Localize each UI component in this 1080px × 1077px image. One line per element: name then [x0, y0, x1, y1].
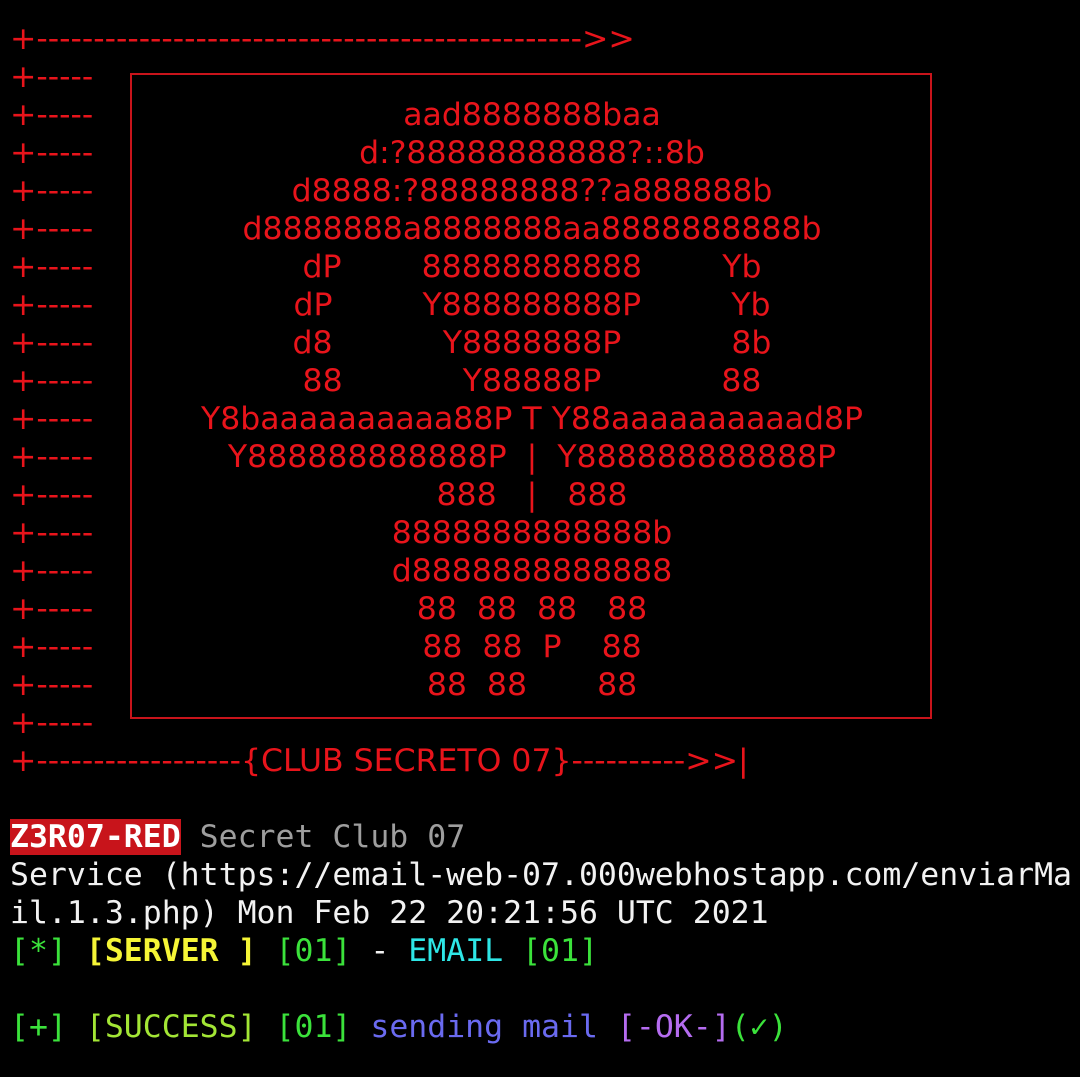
- row-prefix: +-----: [10, 135, 94, 171]
- row-prefix: +-----: [10, 173, 94, 209]
- ascii-art-text: dP 88888888888 Yb: [302, 249, 762, 285]
- check-icon: (✓): [730, 1009, 788, 1045]
- banner-top-arrow: +---------------------------------------…: [10, 21, 635, 57]
- row-prefix: +-----: [10, 287, 94, 323]
- row-prefix: +-----: [10, 363, 94, 399]
- ascii-art-text: aad8888888baa: [403, 97, 661, 133]
- terminal-output: +---------------------------------------…: [10, 20, 1080, 1046]
- row-prefix: +-----: [10, 515, 94, 551]
- ascii-art-row: +----- aad8888888baa: [10, 96, 1080, 134]
- ascii-art-text: d8888888a8888888aa8888888888b: [242, 211, 822, 247]
- row-prefix: +-----: [10, 591, 94, 627]
- row-prefix: +-----: [10, 477, 94, 513]
- email-count: [01]: [522, 933, 598, 969]
- ascii-art-text: Y8baaaaaaaaaa88P T Y88aaaaaaaaaad8P: [200, 401, 864, 437]
- ascii-art-row: +----- Y8baaaaaaaaaa88P T Y88aaaaaaaaaad8…: [10, 400, 1080, 438]
- ascii-art-row: +----- d8888888888888: [10, 552, 1080, 590]
- row-prefix: +-----: [10, 401, 94, 437]
- star-marker: [*]: [10, 933, 67, 969]
- service-line-2: il.1.3.php) Mon Feb 22 20:21:56 UTC 2021: [10, 895, 769, 931]
- row-prefix: +-----: [10, 667, 94, 703]
- server-label: [SERVER ]: [85, 933, 257, 969]
- banner-bottom-line: +------------------{CLUB SECRETO 07}----…: [10, 743, 749, 779]
- ascii-art-text: 88 88 88 88: [416, 591, 648, 627]
- ascii-art-row: +----- d8888888a8888888aa8888888888b: [10, 210, 1080, 248]
- row-prefix: +-----: [10, 705, 94, 741]
- ascii-art-text: 8888888888888b: [391, 515, 673, 551]
- row-prefix: +-----: [10, 629, 94, 665]
- row-prefix: +-----: [10, 211, 94, 247]
- ascii-art-row: +----- d:?88888888888?::8b: [10, 134, 1080, 172]
- success-count: [01]: [275, 1009, 352, 1045]
- server-status-line: [*] [SERVER ] [01] - EMAIL [01]: [10, 932, 1080, 970]
- ascii-art-text: [132, 58, 932, 96]
- ok-label: [-OK-]: [616, 1009, 731, 1045]
- row-prefix: +-----: [10, 553, 94, 589]
- ascii-art-row: +----- 88 88 88 88: [10, 590, 1080, 628]
- ascii-art-row: +----- 88 88 88: [10, 666, 1080, 704]
- row-prefix: +-----: [10, 325, 94, 361]
- service-line-1: Service (https://email-web-07.000webhost…: [10, 857, 1073, 893]
- ascii-art-text: d:?88888888888?::8b: [359, 135, 705, 171]
- ascii-art-text: dP Y888888888P Yb: [293, 287, 771, 323]
- ascii-art-row: +----- 8888888888888b: [10, 514, 1080, 552]
- ascii-art-block: +----- +----- aad8888888baa +----- d:?888888…: [10, 58, 1080, 742]
- ascii-art-text: [132, 704, 932, 742]
- row-prefix: +-----: [10, 97, 94, 133]
- separator-dash: -: [351, 933, 409, 969]
- plus-marker: [+]: [10, 1009, 67, 1045]
- ascii-art-text: d8 Y8888888P 8b: [292, 325, 772, 361]
- success-status-line: [+] [SUCCESS] [01] sending mail [-OK-](✓…: [10, 1008, 1080, 1046]
- sending-mail-text: sending mail: [370, 1009, 598, 1045]
- ascii-art-row: +-----: [10, 58, 1080, 96]
- ascii-art-row: +----- d8 Y8888888P 8b: [10, 324, 1080, 362]
- blank-line-2: [10, 970, 1080, 1008]
- ascii-art-text: 88 Y88888P 88: [302, 363, 762, 399]
- ascii-art-row: +----- dP 88888888888 Yb: [10, 248, 1080, 286]
- ascii-art-text: d8888:?88888888??a888888b: [291, 173, 773, 209]
- ascii-art-row: +----- 88 88 P 88: [10, 628, 1080, 666]
- success-label: [SUCCESS]: [85, 1009, 257, 1045]
- ascii-art-text: Y888888888888P | Y888888888888P: [227, 439, 837, 475]
- ascii-art-row: +----- Y888888888888P | Y888888888888P: [10, 438, 1080, 476]
- title-badge: Z3R07-RED: [10, 819, 181, 855]
- server-count: [01]: [275, 933, 352, 969]
- header-line: Z3R07-RED Secret Club 07: [10, 818, 1080, 856]
- row-prefix: +-----: [10, 249, 94, 285]
- ascii-art-row: +----- 88 Y88888P 88: [10, 362, 1080, 400]
- row-prefix: +-----: [10, 59, 94, 95]
- ascii-art-row: +----- d8888:?88888888??a888888b: [10, 172, 1080, 210]
- ascii-art-row: +----- dP Y888888888P Yb: [10, 286, 1080, 324]
- ascii-art-text: d8888888888888: [391, 553, 673, 589]
- ascii-art-row: +-----: [10, 704, 1080, 742]
- ascii-art-row: +----- 888 | 888: [10, 476, 1080, 514]
- ascii-art-text: 88 88 88: [426, 667, 638, 703]
- ascii-art-text: 88 88 P 88: [422, 629, 642, 665]
- row-prefix: +-----: [10, 439, 94, 475]
- email-label: EMAIL: [408, 933, 504, 969]
- ascii-art-text: 888 | 888: [436, 477, 628, 513]
- header-title: Secret Club 07: [180, 819, 466, 855]
